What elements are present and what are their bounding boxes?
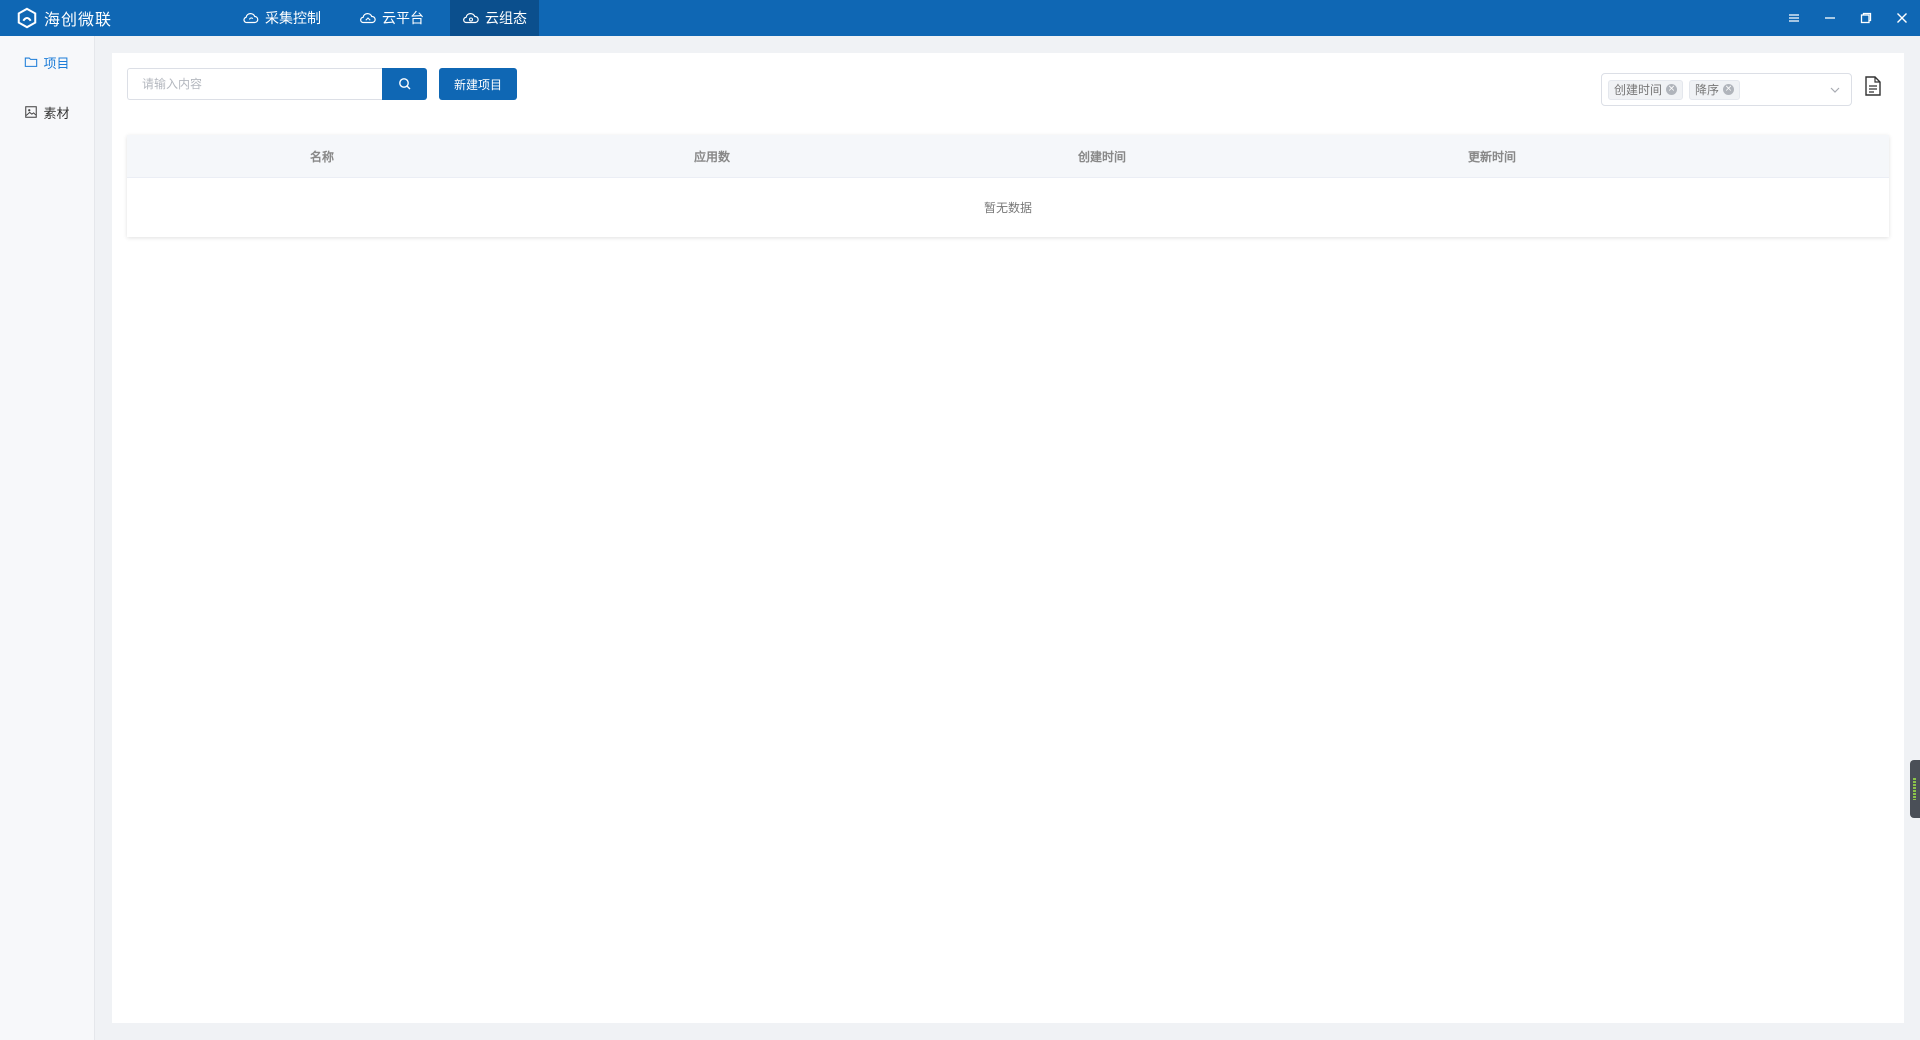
column-header-updated-time[interactable]: 更新时间 (1297, 148, 1687, 165)
window-controls (1776, 0, 1920, 36)
sort-tag-create-time: 创建时间 × (1608, 79, 1684, 100)
sidebar-item-label: 项目 (43, 56, 70, 72)
title-bar: 海创微联 采集控制 云平台 云组态 (0, 0, 1920, 36)
tab-label: 云组态 (485, 11, 527, 27)
logo-icon (17, 7, 37, 29)
chevron-down-icon (1830, 87, 1840, 93)
sidebar-item-materials[interactable]: 素材 (0, 100, 94, 124)
projects-table: 名称 应用数 创建时间 更新时间 暂无数据 (127, 135, 1889, 237)
edge-floating-widget[interactable] (1910, 760, 1920, 818)
column-header-app-count[interactable]: 应用数 (517, 148, 907, 165)
tag-label: 创建时间 (1614, 83, 1663, 97)
tag-label: 降序 (1695, 83, 1720, 97)
cloud-house-icon (360, 13, 376, 24)
new-project-button[interactable]: 新建项目 (439, 68, 518, 100)
image-icon (25, 106, 38, 118)
main-panel: 新建项目 创建时间 × 降序 × 名称 应用数 创建时间 更新时间 暂无数据 (112, 53, 1904, 1023)
restore-button[interactable] (1848, 0, 1884, 36)
cloud-config-icon (463, 13, 479, 24)
toolbar: 新建项目 (127, 68, 518, 100)
column-header-created-time[interactable]: 创建时间 (907, 148, 1297, 165)
top-nav: 采集控制 云平台 云组态 (230, 0, 553, 36)
sort-tag-descending: 降序 × (1689, 79, 1741, 100)
sidebar-item-projects[interactable]: 项目 (0, 50, 94, 74)
app-name: 海创微联 (44, 10, 113, 29)
tag-remove-icon[interactable]: × (1666, 84, 1678, 95)
search-input[interactable] (127, 68, 382, 100)
table-empty-text: 暂无数据 (983, 201, 1032, 215)
restore-icon (1860, 12, 1872, 24)
tab-label: 采集控制 (265, 11, 321, 27)
sidebar: 项目 素材 (0, 36, 95, 1040)
app-brand: 海创微联 (0, 0, 230, 36)
minimize-icon (1825, 17, 1835, 19)
tab-acquisition-control[interactable]: 采集控制 (230, 0, 333, 36)
menu-icon (1789, 14, 1799, 22)
close-button[interactable] (1884, 0, 1920, 36)
table-header: 名称 应用数 创建时间 更新时间 (127, 135, 1889, 178)
tag-remove-icon[interactable]: × (1723, 84, 1735, 95)
search-icon (398, 78, 410, 90)
column-header-name[interactable]: 名称 (127, 148, 517, 165)
tab-label: 云平台 (382, 11, 424, 27)
sidebar-item-label: 素材 (43, 106, 70, 122)
cloud-refresh-icon (243, 13, 259, 24)
status-meter (1913, 778, 1916, 800)
document-export-icon[interactable] (1864, 76, 1882, 96)
menu-button[interactable] (1776, 0, 1812, 36)
tab-cloud-configuration[interactable]: 云组态 (450, 0, 539, 36)
search-button[interactable] (382, 68, 427, 100)
close-icon (1897, 13, 1907, 23)
sort-select[interactable]: 创建时间 × 降序 × (1601, 73, 1852, 106)
folder-icon (25, 57, 38, 67)
tab-cloud-platform[interactable]: 云平台 (347, 0, 436, 36)
minimize-button[interactable] (1812, 0, 1848, 36)
